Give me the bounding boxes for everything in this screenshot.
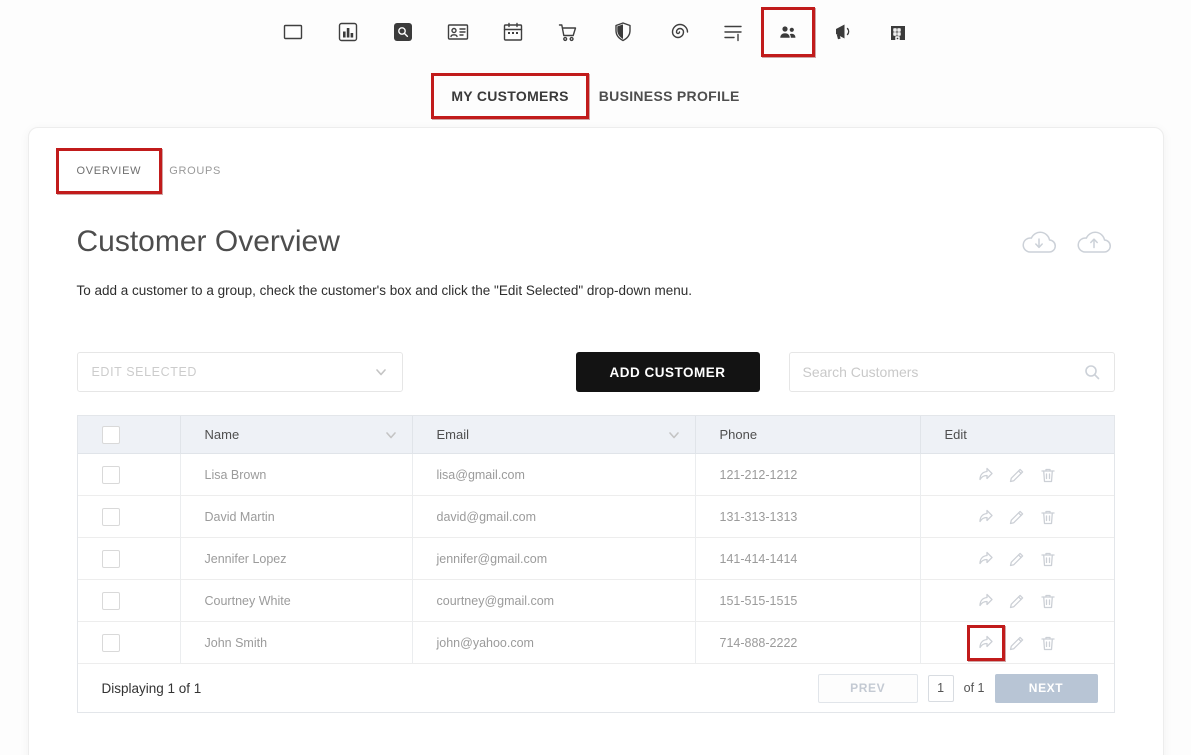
edit-pencil-icon[interactable] xyxy=(1007,591,1027,611)
name-sort-chevron-icon[interactable] xyxy=(384,428,398,442)
prev-button[interactable]: PREV xyxy=(817,673,918,703)
search-input[interactable] xyxy=(802,364,1083,380)
column-header-name: Name xyxy=(204,427,240,442)
download-cloud-icon[interactable] xyxy=(1018,226,1060,258)
filter-lines-icon[interactable] xyxy=(721,20,745,44)
window-icon[interactable] xyxy=(281,20,305,44)
row-checkbox[interactable] xyxy=(101,633,120,652)
customer-email: david@gmail.com xyxy=(412,496,696,538)
cart-icon[interactable] xyxy=(556,20,580,44)
delete-trash-icon[interactable] xyxy=(1038,507,1058,527)
upload-cloud-icon[interactable] xyxy=(1073,226,1115,258)
search-customers-box xyxy=(788,352,1115,392)
customer-phone: 151-515-1515 xyxy=(695,580,921,622)
add-customer-button[interactable]: ADD CUSTOMER xyxy=(575,352,760,392)
customer-name: David Martin xyxy=(180,496,413,538)
column-header-edit: Edit xyxy=(944,427,967,442)
pagination: PREV of 1 NEXT xyxy=(817,673,1098,703)
forward-icon[interactable] xyxy=(967,624,1005,661)
table-row: Lisa Brown lisa@gmail.com 121-212-1212 xyxy=(77,454,1114,496)
edit-selected-label: EDIT SELECTED xyxy=(91,365,198,379)
forward-icon[interactable] xyxy=(976,507,996,527)
table-row: David Martin david@gmail.com 131-313-131… xyxy=(77,496,1114,538)
bar-chart-icon[interactable] xyxy=(336,20,360,44)
customer-phone: 131-313-1313 xyxy=(695,496,921,538)
customer-name: Jennifer Lopez xyxy=(180,538,413,580)
customer-name: Lisa Brown xyxy=(180,454,413,496)
customer-email: courtney@gmail.com xyxy=(412,580,696,622)
row-checkbox[interactable] xyxy=(101,549,120,568)
search-square-icon[interactable] xyxy=(391,20,415,44)
email-sort-chevron-icon[interactable] xyxy=(667,428,681,442)
customer-email: jennifer@gmail.com xyxy=(412,538,696,580)
edit-pencil-icon[interactable] xyxy=(1007,507,1027,527)
column-header-email: Email xyxy=(436,427,470,442)
edit-pencil-icon[interactable] xyxy=(1007,633,1027,653)
row-checkbox[interactable] xyxy=(101,591,120,610)
row-checkbox[interactable] xyxy=(101,507,120,526)
row-checkbox[interactable] xyxy=(101,465,120,484)
customer-phone: 121-212-1212 xyxy=(695,454,921,496)
customer-phone: 714-888-2222 xyxy=(695,622,921,664)
forward-icon[interactable] xyxy=(976,549,996,569)
customer-name: Courtney White xyxy=(180,580,413,622)
shield-icon[interactable] xyxy=(611,20,635,44)
customer-email: john@yahoo.com xyxy=(412,622,696,664)
tab-groups[interactable]: GROUPS xyxy=(169,165,221,177)
building-icon[interactable] xyxy=(886,20,910,44)
customer-name: John Smith xyxy=(180,622,413,664)
edit-pencil-icon[interactable] xyxy=(1007,549,1027,569)
edit-selected-dropdown[interactable]: EDIT SELECTED xyxy=(76,352,403,392)
customers-table: Name Email Phone Edit Lisa Brown lisa@gm… xyxy=(76,415,1115,713)
forward-icon[interactable] xyxy=(976,591,996,611)
table-row: Jennifer Lopez jennifer@gmail.com 141-41… xyxy=(77,538,1114,580)
table-row: Courtney White courtney@gmail.com 151-51… xyxy=(77,580,1114,622)
spiral-icon[interactable] xyxy=(666,20,690,44)
forward-icon[interactable] xyxy=(976,465,996,485)
tab-business-profile[interactable]: BUSINESS PROFILE xyxy=(599,88,740,104)
customer-email: lisa@gmail.com xyxy=(412,454,696,496)
select-all-checkbox[interactable] xyxy=(101,425,120,444)
customer-phone: 141-414-1414 xyxy=(695,538,921,580)
table-header-row: Name Email Phone Edit xyxy=(77,416,1114,454)
chevron-down-icon xyxy=(374,365,388,379)
page-number-input[interactable] xyxy=(927,674,954,702)
page-count-label: of 1 xyxy=(963,681,985,695)
top-tabs: MY CUSTOMERS BUSINESS PROFILE xyxy=(0,73,1191,119)
megaphone-icon[interactable] xyxy=(831,20,855,44)
delete-trash-icon[interactable] xyxy=(1038,465,1058,485)
delete-trash-icon[interactable] xyxy=(1038,633,1058,653)
table-row: John Smith john@yahoo.com 714-888-2222 xyxy=(77,622,1114,664)
app-toolbar xyxy=(0,0,1191,57)
edit-pencil-icon[interactable] xyxy=(1007,465,1027,485)
import-export-actions xyxy=(1018,226,1115,258)
table-footer: Displaying 1 of 1 PREV of 1 NEXT xyxy=(78,664,1114,712)
displaying-count: Displaying 1 of 1 xyxy=(101,680,202,696)
users-icon[interactable] xyxy=(761,7,815,57)
delete-trash-icon[interactable] xyxy=(1038,591,1058,611)
search-icon[interactable] xyxy=(1083,363,1101,381)
contact-card-icon[interactable] xyxy=(446,20,470,44)
tab-my-customers[interactable]: MY CUSTOMERS xyxy=(431,73,590,119)
tab-overview[interactable]: OVERVIEW xyxy=(55,148,162,194)
column-header-phone: Phone xyxy=(719,427,758,442)
next-button[interactable]: NEXT xyxy=(994,673,1098,703)
page-tabs: OVERVIEW GROUPS xyxy=(55,148,1115,194)
instructions-text: To add a customer to a group, check the … xyxy=(76,283,693,298)
page-title: Customer Overview xyxy=(76,225,340,258)
customers-card: OVERVIEW GROUPS Customer Overview To add… xyxy=(27,127,1164,755)
calendar-icon[interactable] xyxy=(501,20,525,44)
delete-trash-icon[interactable] xyxy=(1038,549,1058,569)
